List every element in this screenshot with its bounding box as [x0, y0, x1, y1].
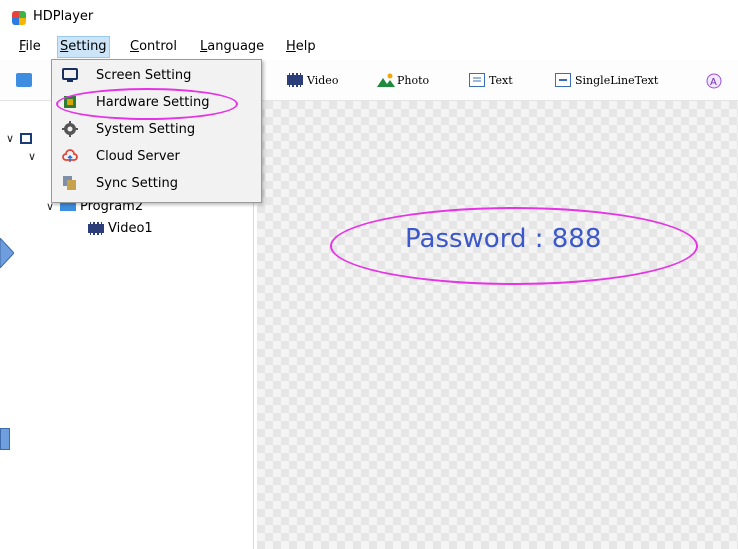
photo-icon: [377, 73, 395, 87]
video-button-label: Video: [307, 73, 339, 87]
art-text-button[interactable]: A: [706, 71, 722, 89]
tree-video1-label: Video1: [108, 220, 153, 236]
photo-button[interactable]: Photo: [377, 71, 429, 89]
menu-item-sync-setting[interactable]: Sync Setting: [52, 170, 261, 197]
gear-icon: [62, 121, 78, 137]
block-shape: [0, 428, 10, 450]
single-line-text-button-label: SingleLineText: [575, 73, 659, 87]
menu-item-cloud-server[interactable]: Cloud Server: [52, 143, 261, 170]
text-button[interactable]: Text: [469, 71, 513, 89]
preview-canvas[interactable]: [257, 101, 738, 549]
password-text: Password : 888: [405, 224, 602, 254]
photo-button-label: Photo: [397, 73, 430, 87]
setting-dropdown-menu: Screen Setting Hardware Setting System S…: [51, 59, 262, 203]
app-logo-icon: [12, 11, 26, 25]
monitor-icon: [62, 67, 78, 83]
menu-help[interactable]: Help: [284, 37, 318, 56]
chevron-down-icon[interactable]: ∨: [28, 150, 38, 163]
menu-item-label: Cloud Server: [96, 149, 180, 164]
menu-item-label: System Setting: [96, 122, 196, 137]
menu-item-system-setting[interactable]: System Setting: [52, 116, 261, 143]
menu-language[interactable]: Language: [198, 37, 266, 56]
screen-icon: [20, 132, 32, 144]
program-icon: [16, 73, 32, 87]
single-line-text-button[interactable]: SingleLineText: [555, 71, 658, 89]
new-program-button[interactable]: [16, 71, 32, 89]
video-icon: [88, 221, 104, 235]
svg-text:A: A: [710, 77, 717, 88]
cloud-icon: [62, 148, 78, 164]
sync-icon: [62, 175, 78, 191]
chevron-down-icon[interactable]: ∨: [6, 132, 16, 145]
app-title: HDPlayer: [33, 9, 94, 24]
video-button[interactable]: Video: [287, 71, 338, 89]
tree-video1-node[interactable]: Video1: [88, 219, 153, 237]
menu-item-label: Screen Setting: [96, 68, 192, 83]
menu-item-label: Sync Setting: [96, 176, 179, 191]
arrow-shape: [0, 237, 15, 269]
menu-setting[interactable]: Setting: [57, 36, 110, 58]
video-icon: [287, 73, 303, 87]
text-icon: [469, 73, 485, 87]
title-bar: HDPlayer: [0, 0, 738, 32]
hardware-setting-highlight-ellipse: [56, 88, 238, 120]
single-line-text-icon: [555, 73, 571, 87]
menu-bar: File Setting Control Language Help: [0, 34, 738, 58]
tree-screen-node[interactable]: ∨: [6, 129, 32, 147]
menu-control[interactable]: Control: [128, 37, 179, 56]
menu-file[interactable]: File: [17, 37, 43, 56]
text-button-label: Text: [489, 73, 513, 87]
art-text-icon: A: [706, 73, 722, 89]
tree-program1-node[interactable]: ∨: [28, 147, 38, 165]
menu-item-screen-setting[interactable]: Screen Setting: [52, 62, 261, 89]
